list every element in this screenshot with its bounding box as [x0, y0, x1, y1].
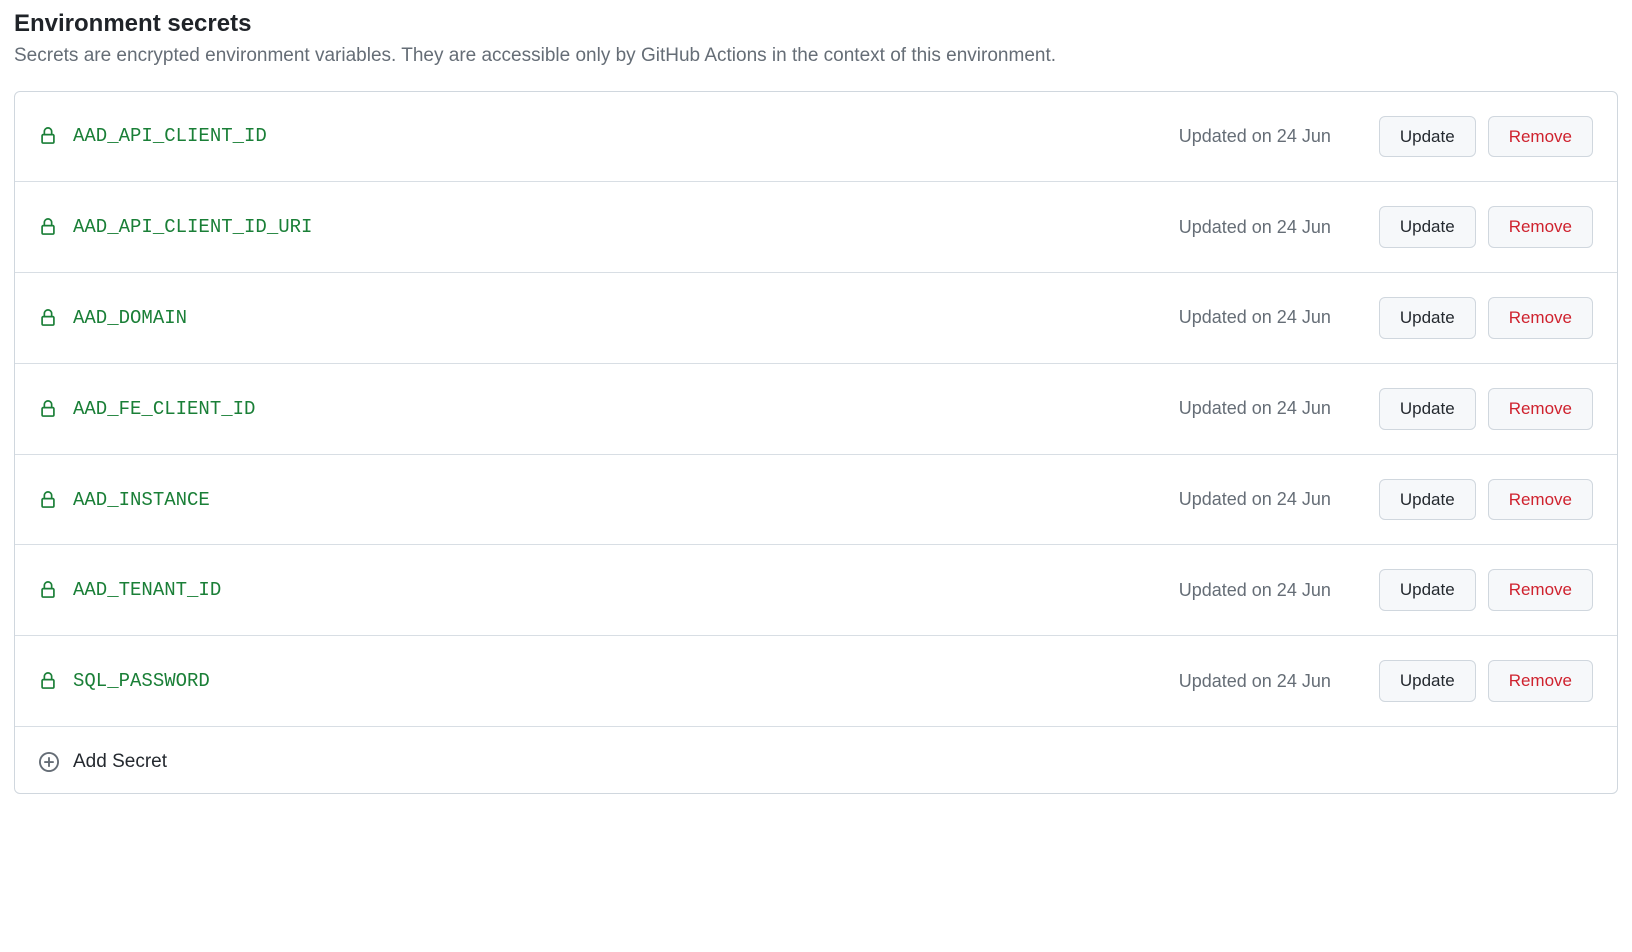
lock-icon	[39, 126, 57, 146]
secret-name: SQL_PASSWORD	[73, 670, 210, 692]
secret-row: AAD_API_CLIENT_ID_URI Updated on 24 Jun …	[15, 182, 1617, 273]
secret-name-wrap: SQL_PASSWORD	[39, 670, 1179, 692]
secret-actions: Update Remove	[1379, 297, 1593, 339]
secret-name-wrap: AAD_INSTANCE	[39, 489, 1179, 511]
secret-name-wrap: AAD_DOMAIN	[39, 307, 1179, 329]
lock-icon	[39, 308, 57, 328]
secret-row: AAD_INSTANCE Updated on 24 Jun Update Re…	[15, 455, 1617, 546]
remove-button[interactable]: Remove	[1488, 206, 1593, 248]
secret-name: AAD_API_CLIENT_ID	[73, 125, 267, 147]
secret-actions: Update Remove	[1379, 479, 1593, 521]
add-secret-label: Add Secret	[73, 751, 167, 773]
remove-button[interactable]: Remove	[1488, 388, 1593, 430]
section-header: Environment secrets Secrets are encrypte…	[14, 10, 1618, 71]
secret-updated: Updated on 24 Jun	[1179, 489, 1331, 510]
secret-row: AAD_TENANT_ID Updated on 24 Jun Update R…	[15, 545, 1617, 636]
secret-name-wrap: AAD_API_CLIENT_ID_URI	[39, 216, 1179, 238]
lock-icon	[39, 580, 57, 600]
update-button[interactable]: Update	[1379, 297, 1476, 339]
lock-icon	[39, 217, 57, 237]
secret-name: AAD_INSTANCE	[73, 489, 210, 511]
remove-button[interactable]: Remove	[1488, 116, 1593, 158]
section-title: Environment secrets	[14, 10, 1618, 38]
secret-updated: Updated on 24 Jun	[1179, 580, 1331, 601]
secret-row: SQL_PASSWORD Updated on 24 Jun Update Re…	[15, 636, 1617, 727]
secrets-list: AAD_API_CLIENT_ID Updated on 24 Jun Upda…	[14, 91, 1618, 795]
secret-updated: Updated on 24 Jun	[1179, 398, 1331, 419]
lock-icon	[39, 490, 57, 510]
secret-row: AAD_FE_CLIENT_ID Updated on 24 Jun Updat…	[15, 364, 1617, 455]
secret-actions: Update Remove	[1379, 388, 1593, 430]
remove-button[interactable]: Remove	[1488, 569, 1593, 611]
secret-name-wrap: AAD_TENANT_ID	[39, 579, 1179, 601]
secret-updated: Updated on 24 Jun	[1179, 217, 1331, 238]
add-secret-button[interactable]: Add Secret	[15, 727, 1617, 793]
secret-updated: Updated on 24 Jun	[1179, 671, 1331, 692]
update-button[interactable]: Update	[1379, 660, 1476, 702]
secret-actions: Update Remove	[1379, 116, 1593, 158]
remove-button[interactable]: Remove	[1488, 479, 1593, 521]
remove-button[interactable]: Remove	[1488, 297, 1593, 339]
remove-button[interactable]: Remove	[1488, 660, 1593, 702]
secret-row: AAD_API_CLIENT_ID Updated on 24 Jun Upda…	[15, 92, 1617, 183]
lock-icon	[39, 399, 57, 419]
secret-name-wrap: AAD_FE_CLIENT_ID	[39, 398, 1179, 420]
secret-name: AAD_FE_CLIENT_ID	[73, 398, 255, 420]
secret-updated: Updated on 24 Jun	[1179, 126, 1331, 147]
update-button[interactable]: Update	[1379, 388, 1476, 430]
plus-circle-icon	[39, 752, 59, 772]
update-button[interactable]: Update	[1379, 116, 1476, 158]
secret-name-wrap: AAD_API_CLIENT_ID	[39, 125, 1179, 147]
secret-name: AAD_TENANT_ID	[73, 579, 221, 601]
update-button[interactable]: Update	[1379, 479, 1476, 521]
secret-actions: Update Remove	[1379, 206, 1593, 248]
secret-updated: Updated on 24 Jun	[1179, 307, 1331, 328]
section-description: Secrets are encrypted environment variab…	[14, 42, 1618, 71]
secret-name: AAD_API_CLIENT_ID_URI	[73, 216, 312, 238]
update-button[interactable]: Update	[1379, 569, 1476, 611]
secret-name: AAD_DOMAIN	[73, 307, 187, 329]
secret-actions: Update Remove	[1379, 569, 1593, 611]
secret-row: AAD_DOMAIN Updated on 24 Jun Update Remo…	[15, 273, 1617, 364]
secret-actions: Update Remove	[1379, 660, 1593, 702]
update-button[interactable]: Update	[1379, 206, 1476, 248]
lock-icon	[39, 671, 57, 691]
